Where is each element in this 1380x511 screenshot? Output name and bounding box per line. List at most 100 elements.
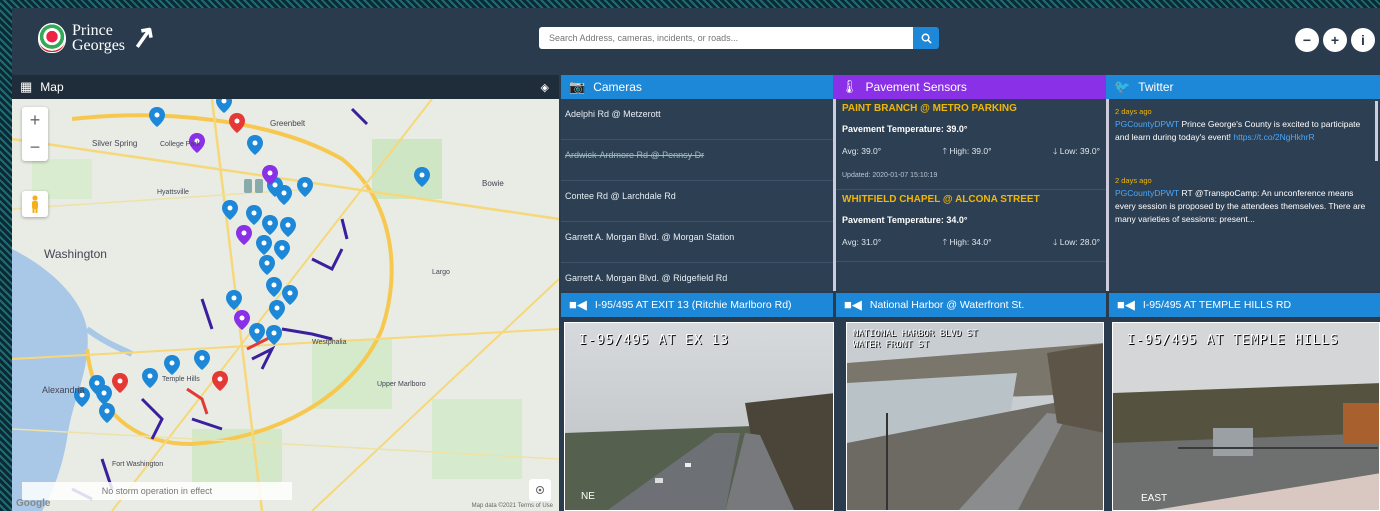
video-feed-3[interactable]: I-95/495 AT TEMPLE HILLS EAST: [1112, 322, 1380, 511]
camera-label: Garrett A. Morgan Blvd. @ Ridgefield Rd: [565, 273, 728, 283]
video-feed-header-2: ■◀ National Harbor @ Waterfront St.: [836, 293, 1106, 317]
map-credit[interactable]: Map data ©2021 Terms of Use: [472, 503, 553, 509]
tweet-handle[interactable]: PGCountyDPWT: [1115, 188, 1179, 198]
search-icon: [921, 33, 932, 44]
twitter-bird-icon: 🐦: [1114, 79, 1131, 94]
thermometer-icon: 🌡: [841, 79, 858, 94]
info-button[interactable]: i: [1351, 28, 1375, 52]
camera-list-item[interactable]: Ardwick-Ardmore Rd @ Pennsy Dr: [561, 140, 833, 181]
map-label-college-park: College Park: [160, 141, 201, 148]
sensor-avg: Avg: 39.0°: [842, 146, 882, 156]
camera-list-item[interactable]: Adelphi Rd @ Metzerott: [561, 99, 833, 140]
harbor-camera-image: [847, 323, 1103, 510]
sensor-low-wrap: 🡓 Low: 39.0°: [1053, 146, 1100, 160]
highway-camera-image: [565, 323, 833, 510]
app-frame: Prince Georges ↗ − + i ▦ Map ◈: [12, 8, 1380, 511]
zoom-in-button[interactable]: +: [1323, 28, 1347, 52]
logo-arrow-icon: ↗: [128, 19, 159, 56]
map-label-hyattsville: Hyattsville: [157, 189, 189, 196]
google-logo: Google: [16, 498, 51, 509]
arrow-down-icon: 🡓: [1052, 146, 1060, 156]
map-panel-header: ▦ Map ◈: [12, 75, 559, 99]
camera-list-item[interactable]: Garrett A. Morgan Blvd. @ Ridgefield Rd: [561, 263, 833, 291]
tweet-item: 2 days ago PGCountyDPWT Prince George's …: [1109, 99, 1380, 154]
video-feed-title: I-95/495 AT TEMPLE HILLS RD: [1142, 299, 1292, 311]
video-feed-header-1: ■◀ I-95/495 AT EXIT 13 (Ritchie Marlboro…: [561, 293, 833, 317]
map-label-washington: Washington: [44, 247, 107, 261]
sensor-high-wrap: 🡑 High: 34.0°: [943, 237, 992, 251]
camera-list: Adelphi Rd @ Metzerott Ardwick-Ardmore R…: [561, 99, 833, 291]
tweet-body: PGCountyDPWT Prince George's County is e…: [1115, 118, 1372, 144]
video-camera-icon: ■◀: [844, 297, 862, 312]
search-input[interactable]: [539, 27, 913, 49]
twitter-feed: 2 days ago PGCountyDPWT Prince George's …: [1106, 99, 1380, 291]
temple-hills-camera-image: [1113, 323, 1379, 510]
logo[interactable]: Prince Georges ↗: [38, 19, 159, 56]
map-label-westphalia: Westphalia: [312, 339, 347, 346]
map-canvas[interactable]: Washington Alexandria Silver Spring Coll…: [12, 99, 559, 511]
video-feed-header-3: ■◀ I-95/495 AT TEMPLE HILLS RD: [1109, 293, 1380, 317]
tweet-link[interactable]: https://t.co/2NgHkhrR: [1233, 132, 1314, 142]
sensor-low: Low: 39.0°: [1059, 146, 1100, 156]
header-buttons: − + i: [1295, 28, 1375, 52]
twitter-scrollbar[interactable]: [1375, 101, 1378, 161]
video-feed-2[interactable]: NATIONAL HARBOR BLVD ST WATER FRONT ST: [846, 322, 1104, 511]
zoom-out-button[interactable]: −: [1295, 28, 1319, 52]
my-location-icon[interactable]: [529, 479, 551, 501]
cameras-title: Cameras: [593, 80, 642, 94]
sensor-low: Low: 28.0°: [1059, 237, 1100, 247]
sensor-high: High: 39.0°: [949, 146, 992, 156]
camera-label: Contee Rd @ Larchdale Rd: [565, 191, 676, 201]
twitter-title: Twitter: [1138, 80, 1174, 94]
video-feed-title: National Harbor @ Waterfront St.: [869, 299, 1025, 311]
map-label-alexandria: Alexandria: [42, 385, 85, 395]
map-label-fort-washington: Fort Washington: [112, 461, 164, 468]
sensor-avg: Avg: 31.0°: [842, 237, 882, 247]
tweet-time: 2 days ago: [1115, 176, 1152, 185]
video-camera-icon: ■◀: [1117, 297, 1135, 312]
sensor-temperature: Pavement Temperature: 39.0°: [842, 124, 968, 134]
video-corner-label: NE: [581, 491, 595, 502]
map-zoom-out-button[interactable]: −: [22, 134, 48, 161]
pavement-sensor-list: PAINT BRANCH @ METRO PARKING Pavement Te…: [833, 99, 1106, 291]
tweet-body: PGCountyDPWT RT @TranspoCamp: An unconfe…: [1115, 187, 1372, 226]
video-camera-icon: ■◀: [569, 297, 587, 312]
camera-markers[interactable]: [12, 99, 559, 511]
map-label-upper-marlboro: Upper Marlboro: [377, 381, 426, 388]
video-overlay-text: NATIONAL HARBOR BLVD ST WATER FRONT ST: [853, 329, 978, 350]
camera-label: Ardwick-Ardmore Rd @ Pennsy Dr: [565, 150, 705, 160]
twitter-panel-header: 🐦 Twitter: [1106, 75, 1380, 99]
video-feed-1[interactable]: I-95/495 AT EX 13 NE: [564, 322, 834, 511]
search-button[interactable]: [913, 27, 939, 49]
street-view-pegman-icon[interactable]: [22, 191, 48, 217]
camera-list-item[interactable]: Contee Rd @ Larchdale Rd: [561, 181, 833, 222]
logo-line2: Georges: [72, 36, 126, 54]
map-title: Map: [40, 80, 64, 94]
video-feed-title: I-95/495 AT EXIT 13 (Ritchie Marlboro Rd…: [594, 299, 792, 311]
map-icon: ▦: [20, 79, 33, 94]
county-seal-icon: [38, 22, 66, 53]
sensor-high-wrap: 🡑 High: 39.0°: [943, 146, 992, 160]
pavement-panel-header: 🌡 Pavement Sensors: [833, 75, 1106, 99]
cameras-panel-header: 📷 Cameras: [561, 75, 833, 99]
sensor-high: High: 34.0°: [949, 237, 992, 247]
camera-label: Adelphi Rd @ Metzerott: [565, 109, 661, 119]
sensor-low-wrap: 🡓 Low: 28.0°: [1053, 237, 1100, 251]
storm-status-bar: No storm operation in effect: [22, 482, 292, 500]
map-label-bowie: Bowie: [482, 179, 504, 188]
camera-list-item[interactable]: Garrett A. Morgan Blvd. @ Morgan Station: [561, 222, 833, 263]
layers-icon[interactable]: ◈: [541, 81, 549, 94]
sensor-stats: Avg: 39.0° 🡑 High: 39.0° 🡓 Low: 39.0°: [842, 146, 1100, 160]
pavement-title: Pavement Sensors: [865, 80, 967, 94]
tweet-item: 2 days ago PGCountyDPWT RT @TranspoCamp:…: [1109, 168, 1380, 236]
sensor-item[interactable]: PAINT BRANCH @ METRO PARKING Pavement Te…: [836, 99, 1106, 190]
tweet-time: 2 days ago: [1115, 107, 1152, 116]
sensor-temperature: Pavement Temperature: 34.0°: [842, 215, 968, 225]
map-label-largo: Largo: [432, 269, 450, 276]
header: Prince Georges ↗ − + i: [12, 8, 1380, 74]
tweet-handle[interactable]: PGCountyDPWT: [1115, 119, 1179, 129]
video-corner-label: EAST: [1141, 493, 1168, 504]
map-label-temple-hills: Temple Hills: [162, 376, 200, 383]
sensor-item[interactable]: WHITFIELD CHAPEL @ ALCONA STREET Pavemen…: [836, 190, 1106, 262]
map-zoom-in-button[interactable]: +: [22, 107, 48, 134]
